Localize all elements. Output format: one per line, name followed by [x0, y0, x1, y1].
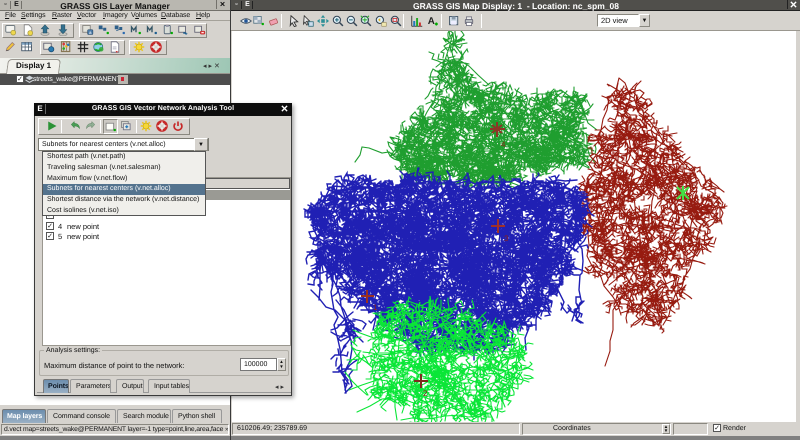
svg-text:2: 2: [423, 389, 428, 398]
svg-text:1: 1: [373, 303, 378, 312]
svg-text:A: A: [428, 15, 436, 26]
svg-text:3: 3: [504, 234, 509, 243]
svg-text:4: 4: [501, 140, 506, 149]
